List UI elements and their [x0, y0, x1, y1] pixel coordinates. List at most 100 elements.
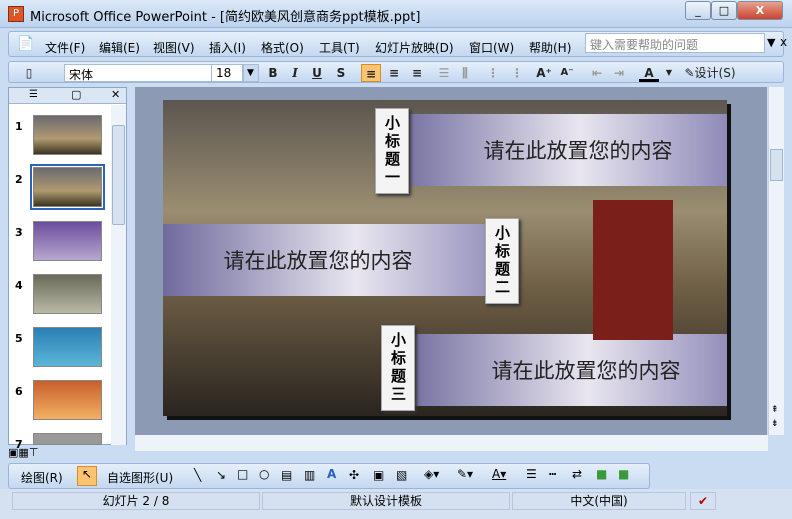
columns-icon[interactable]: ⫼	[455, 64, 475, 82]
menu-help[interactable]: 帮助(H)	[529, 39, 571, 56]
subtitle-tag-2[interactable]: 小标题二	[485, 218, 519, 304]
scroll-thumb[interactable]	[112, 125, 125, 225]
italic-button[interactable]: I	[285, 64, 305, 82]
document-menu-icon[interactable]: 📄	[17, 36, 34, 52]
design-label: 设计(S)	[694, 66, 736, 80]
line-color-icon[interactable]: ✎▾	[457, 467, 473, 481]
font-color-icon[interactable]: A▾	[492, 467, 506, 481]
design-button[interactable]: ✎设计(S)	[679, 64, 741, 82]
draw-menu[interactable]: 绘图(R)	[21, 469, 63, 486]
arrow-icon[interactable]: ↘	[216, 468, 226, 482]
close-panel-icon[interactable]: ✕	[111, 88, 120, 101]
content-banner-1[interactable]: 请在此放置您的内容	[393, 114, 727, 186]
slide-thumbnail-2[interactable]	[30, 164, 105, 210]
diagram-icon[interactable]: ✣	[349, 468, 359, 482]
picture-icon[interactable]: ▧	[396, 468, 407, 482]
line-icon[interactable]: ╲	[194, 468, 201, 482]
3d-style-icon[interactable]: ■	[618, 467, 629, 481]
distribute-icon[interactable]: ☰	[434, 64, 454, 82]
thumbnail-scrollbar[interactable]	[111, 105, 126, 445]
increase-indent-icon[interactable]: ⇥	[609, 64, 629, 82]
slides-tab-icon[interactable]: ▢	[71, 88, 81, 101]
minimize-button[interactable]: _	[685, 1, 711, 20]
increase-font-icon[interactable]: A⁺	[534, 64, 554, 82]
menu-file[interactable]: 文件(F)	[45, 39, 85, 56]
numbering-icon[interactable]: ⋮	[483, 64, 503, 82]
fill-color-icon[interactable]: ◈▾	[424, 467, 439, 481]
normal-view-icon[interactable]: ▣	[8, 446, 18, 459]
slide-number: 6	[15, 385, 23, 398]
align-right-button[interactable]: ≡	[407, 64, 427, 82]
slide-sorter-icon[interactable]: ▦	[18, 446, 28, 459]
shadow-style-icon[interactable]: ■	[596, 467, 607, 481]
menu-window[interactable]: 窗口(W)	[469, 39, 514, 56]
dash-style-icon[interactable]: ┅	[549, 467, 556, 481]
vertical-textbox-icon[interactable]: ▥	[304, 468, 315, 482]
size-dropdown-icon[interactable]: ▼	[243, 64, 259, 82]
title-bar: P Microsoft Office PowerPoint - [简约欧美风创意…	[0, 0, 792, 28]
align-left-button[interactable]: ≡	[361, 64, 381, 82]
spelling-check-icon[interactable]: ✔	[690, 492, 716, 510]
current-slide[interactable]: 请在此放置您的内容 小标题一 请在此放置您的内容 小标题二 请在此放置您的内容 …	[163, 100, 727, 416]
slide-thumbnail-panel: ☰ ▢ ✕ 1 2 3 4 5 6 7	[8, 87, 127, 451]
menu-view[interactable]: 视图(V)	[153, 39, 195, 56]
close-document-button[interactable]: x	[780, 35, 787, 49]
scroll-thumb[interactable]	[770, 149, 783, 181]
slide-number: 1	[15, 120, 23, 133]
menu-slideshow[interactable]: 幻灯片放映(D)	[375, 39, 454, 56]
oval-icon[interactable]: ○	[259, 467, 269, 481]
autoshapes-menu[interactable]: 自选图形(U)	[107, 469, 173, 486]
font-size-select[interactable]: 18	[211, 64, 243, 82]
slide-thumbnail-5[interactable]	[33, 327, 102, 367]
font-color-dropdown-icon[interactable]: ▼	[659, 64, 679, 82]
menu-edit[interactable]: 编辑(E)	[99, 39, 140, 56]
clipart-icon[interactable]: ▣	[373, 468, 384, 482]
subtitle-tag-3[interactable]: 小标题三	[381, 325, 415, 411]
powerpoint-app-icon: P	[8, 6, 24, 22]
menu-tools[interactable]: 工具(T)	[319, 39, 360, 56]
line-style-icon[interactable]: ☰	[526, 467, 537, 481]
close-window-button[interactable]: X	[737, 1, 783, 20]
help-dropdown-icon[interactable]: ▼	[767, 36, 775, 49]
font-color-button[interactable]: A	[639, 64, 659, 82]
shadow-button[interactable]: S	[331, 64, 351, 82]
decrease-indent-icon[interactable]: ⇤	[587, 64, 607, 82]
slideshow-icon[interactable]: ⊤	[29, 446, 39, 459]
menu-format[interactable]: 格式(O)	[261, 39, 304, 56]
new-document-icon[interactable]: ▯	[19, 64, 39, 82]
underline-button[interactable]: U	[307, 64, 327, 82]
slide-thumbnail-7[interactable]	[33, 433, 102, 445]
help-search-input[interactable]: 键入需要帮助的问题	[585, 33, 765, 53]
bullets-icon[interactable]: ⋮	[507, 64, 527, 82]
decrease-font-icon[interactable]: A⁻	[557, 64, 577, 82]
content-banner-2[interactable]: 请在此放置您的内容	[163, 224, 513, 296]
rectangle-icon[interactable]: □	[237, 467, 248, 481]
horizontal-scrollbar[interactable]	[135, 435, 768, 451]
subtitle-tag-1[interactable]: 小标题一	[375, 108, 409, 194]
outline-tab-icon[interactable]: ☰	[29, 89, 38, 100]
content-banner-3[interactable]: 请在此放置您的内容	[401, 334, 727, 406]
slide-thumbnail-3[interactable]	[33, 221, 102, 261]
slide-number: 4	[15, 279, 23, 292]
maximize-button[interactable]: □	[711, 1, 737, 20]
banner-text[interactable]: 请在此放置您的内容	[492, 355, 681, 385]
design-icon: ✎	[684, 66, 695, 80]
textbox-icon[interactable]: ▤	[281, 468, 292, 482]
banner-text[interactable]: 请在此放置您的内容	[484, 135, 673, 165]
vertical-scrollbar[interactable]: ⇞ ⇟	[768, 87, 784, 435]
menu-insert[interactable]: 插入(I)	[209, 39, 246, 56]
align-center-button[interactable]: ≡	[384, 64, 404, 82]
bold-button[interactable]: B	[263, 64, 283, 82]
wordart-icon[interactable]: A	[327, 467, 336, 481]
banner-text[interactable]: 请在此放置您的内容	[224, 245, 413, 275]
slide-thumbnail-1[interactable]	[33, 115, 102, 155]
previous-slide-icon[interactable]: ⇞	[771, 405, 779, 415]
slide-thumbnail-4[interactable]	[33, 274, 102, 314]
select-pointer-icon[interactable]: ↖	[77, 466, 97, 486]
font-name-select[interactable]: 宋体	[64, 64, 214, 82]
slide-thumbnail-6[interactable]	[33, 380, 102, 420]
language-indicator: 中文(中国)	[512, 492, 686, 510]
status-bar: 幻灯片 2 / 8 默认设计模板 中文(中国) ✔	[0, 489, 792, 519]
arrow-style-icon[interactable]: ⇄	[572, 467, 582, 481]
next-slide-icon[interactable]: ⇟	[771, 419, 779, 429]
